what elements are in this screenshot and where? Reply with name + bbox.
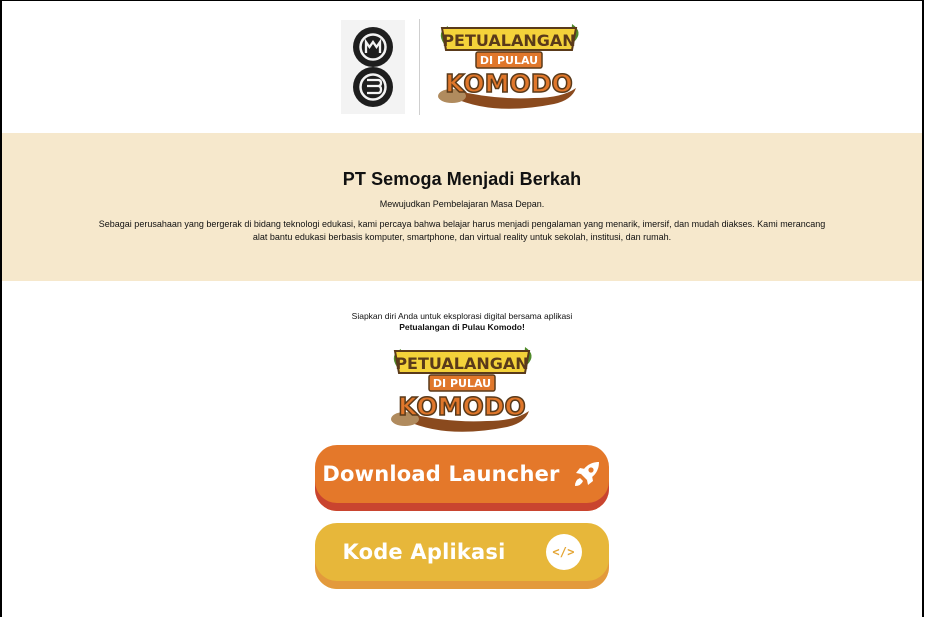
small-logo-word-3: KOMODO — [398, 392, 526, 421]
komodo-logo-icon: PETUALANGAN DI PULAU KOMODO — [437, 24, 579, 109]
app-logo: PETUALANGAN DI PULAU KOMODO — [434, 20, 584, 114]
site-header: PETUALANGAN DI PULAU KOMODO — [2, 1, 922, 133]
kode-aplikasi-label: Kode Aplikasi — [342, 540, 506, 564]
download-launcher-button[interactable]: Download Launcher — [315, 445, 609, 511]
cta-app-name: Petualangan di Pulau Komodo! — [399, 322, 525, 332]
cta-lead: Siapkan diri Anda untuk eksplorasi digit… — [2, 311, 922, 333]
description-line-2: alat bantu edukasi berbasis komputer, sm… — [252, 231, 672, 242]
company-description: Sebagai perusahaan yang bergerak di bida… — [77, 218, 847, 243]
company-logo — [340, 20, 405, 114]
logo-word-3: KOMODO — [445, 69, 573, 98]
download-launcher-label: Download Launcher — [322, 462, 560, 486]
company-tagline: Mewujudkan Pembelajaran Masa Depan. — [379, 199, 545, 209]
about-section: PT Semoga Menjadi Berkah Mewujudkan Pemb… — [2, 133, 922, 281]
code-icon: </> — [545, 534, 582, 570]
small-logo-word-1: PETUALANGAN — [395, 354, 528, 373]
cta-lead-text: Siapkan diri Anda untuk eksplorasi digit… — [351, 311, 573, 321]
company-title: PT Semoga Menjadi Berkah — [342, 169, 582, 189]
logo-divider — [418, 19, 420, 115]
logo-word-1: PETUALANGAN — [442, 31, 575, 50]
komodo-logo-small-icon: PETUALANGAN DI PULAU KOMODO — [391, 347, 532, 432]
page-frame: PETUALANGAN DI PULAU KOMODO PT Semoga Me… — [0, 0, 924, 617]
cta-section: Siapkan diri Anda untuk eksplorasi digit… — [2, 281, 922, 589]
company-logo-icon — [352, 27, 393, 107]
description-line-1: Sebagai perusahaan yang bergerak di bida… — [98, 219, 826, 229]
app-logo-small: PETUALANGAN DI PULAU KOMODO — [382, 343, 542, 437]
kode-aplikasi-button[interactable]: Kode Aplikasi </> — [315, 523, 609, 589]
logo-word-2: DI PULAU — [479, 54, 537, 67]
small-logo-word-2: DI PULAU — [433, 377, 491, 390]
rocket-icon — [574, 462, 599, 486]
